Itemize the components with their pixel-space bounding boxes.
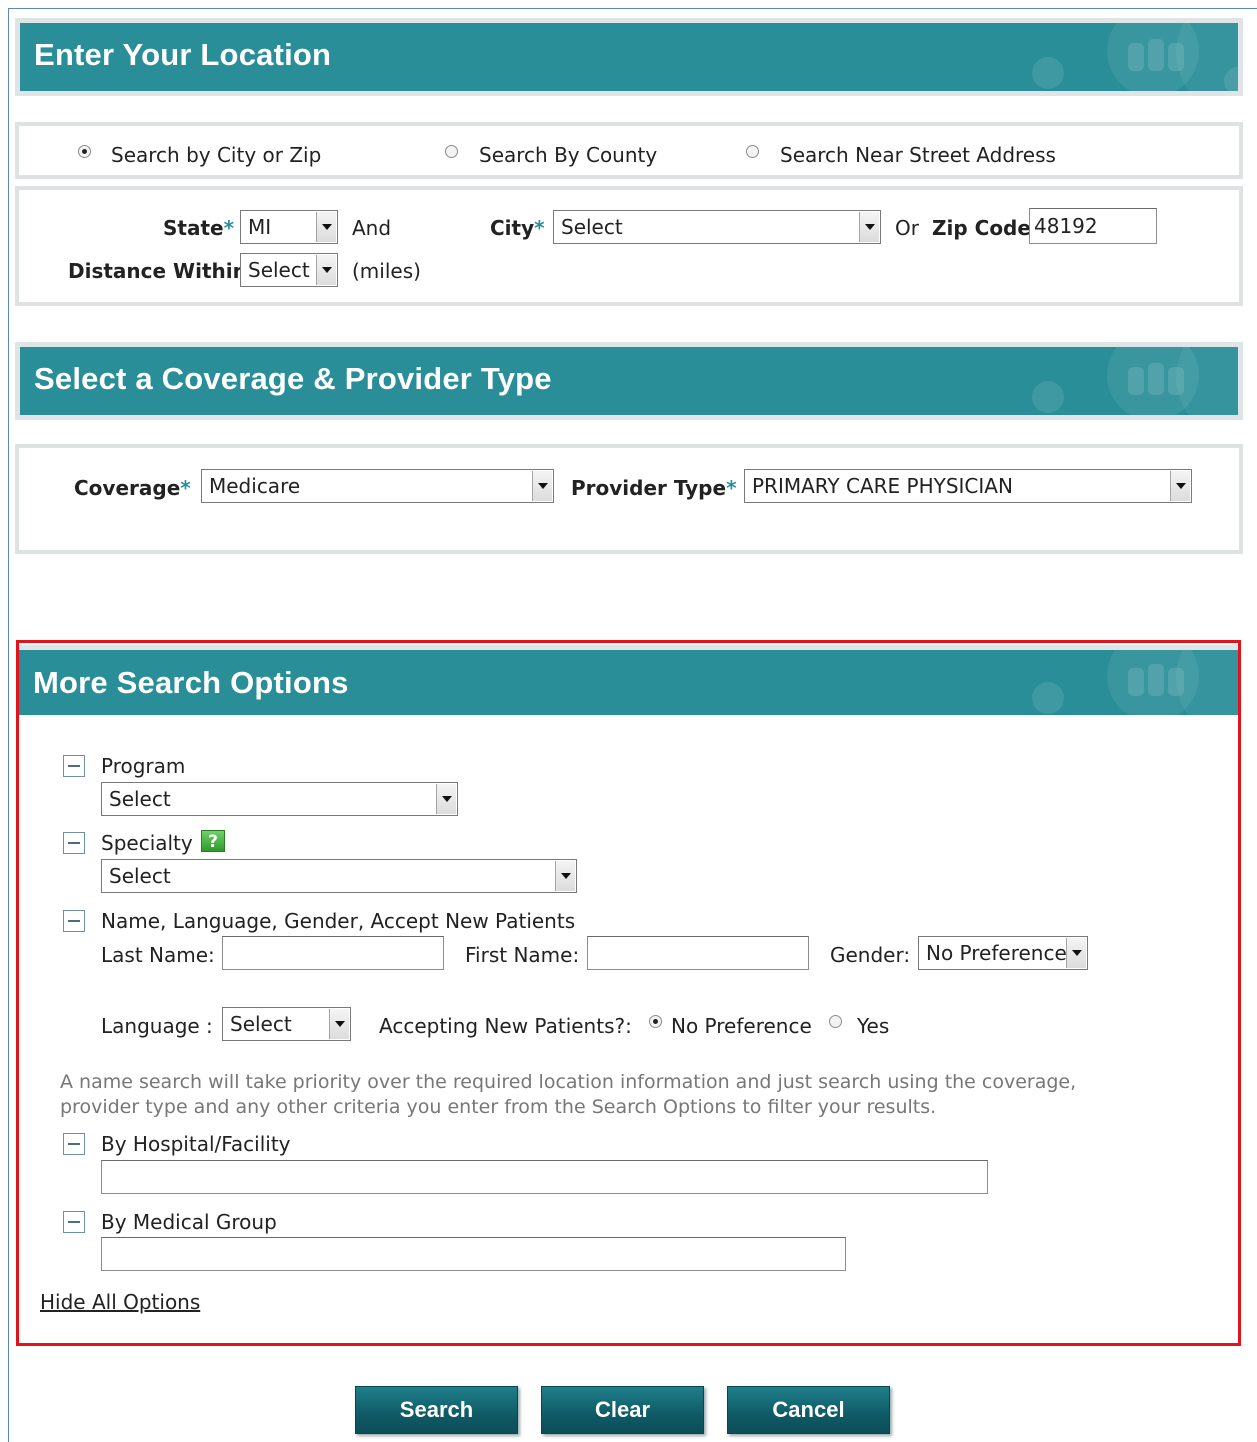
accepting-yes-label: Yes bbox=[857, 1014, 890, 1038]
hide-all-options-link[interactable]: Hide All Options bbox=[40, 1290, 200, 1314]
city-select[interactable]: Select bbox=[553, 210, 881, 244]
accepting-yes-radio[interactable] bbox=[829, 1015, 842, 1028]
chevron-down-icon bbox=[436, 784, 456, 814]
and-label: And bbox=[352, 216, 392, 240]
collapse-hospital-icon[interactable] bbox=[63, 1133, 85, 1155]
program-label: Program bbox=[101, 754, 186, 778]
last-name-label: Last Name: bbox=[101, 943, 215, 967]
search-by-county-label: Search By County bbox=[479, 143, 658, 167]
name-section-label: Name, Language, Gender, Accept New Patie… bbox=[101, 909, 576, 933]
people-watermark-icon bbox=[1032, 347, 1238, 415]
location-fields-panel: State* MI And City* Select Or Zip Code 4… bbox=[15, 186, 1243, 306]
search-mode-panel: Search by City or Zip Search By County S… bbox=[15, 122, 1243, 179]
language-label: Language : bbox=[101, 1014, 213, 1038]
chevron-down-icon bbox=[316, 212, 336, 242]
chevron-down-icon bbox=[532, 471, 552, 501]
help-icon[interactable]: ? bbox=[201, 830, 225, 852]
collapse-program-icon[interactable] bbox=[63, 755, 85, 777]
search-button[interactable]: Search bbox=[355, 1386, 518, 1434]
accepting-patients-label: Accepting New Patients?: bbox=[379, 1014, 632, 1038]
last-name-input[interactable] bbox=[222, 936, 444, 970]
state-label: State* bbox=[163, 216, 235, 240]
coverage-panel: Coverage* Medicare Provider Type* PRIMAR… bbox=[15, 444, 1243, 554]
accepting-no-preference-label: No Preference bbox=[671, 1014, 812, 1038]
search-near-address-radio[interactable] bbox=[746, 145, 759, 158]
location-header: Enter Your Location bbox=[15, 18, 1243, 96]
clear-button[interactable]: Clear bbox=[541, 1386, 704, 1434]
distance-within-label: Distance Within bbox=[68, 259, 247, 283]
search-near-address-label: Search Near Street Address bbox=[780, 143, 1056, 167]
medical-group-input[interactable] bbox=[101, 1237, 846, 1271]
search-by-city-label: Search by City or Zip bbox=[111, 143, 322, 167]
program-select[interactable]: Select bbox=[101, 782, 458, 816]
medical-group-label: By Medical Group bbox=[101, 1210, 277, 1234]
gender-label: Gender: bbox=[830, 943, 911, 967]
coverage-select[interactable]: Medicare bbox=[201, 469, 554, 503]
chevron-down-icon bbox=[555, 861, 575, 891]
hospital-facility-label: By Hospital/Facility bbox=[101, 1132, 291, 1156]
collapse-name-section-icon[interactable] bbox=[63, 910, 85, 932]
cancel-button[interactable]: Cancel bbox=[727, 1386, 890, 1434]
collapse-medical-group-icon[interactable] bbox=[63, 1211, 85, 1233]
coverage-title: Select a Coverage & Provider Type bbox=[34, 361, 552, 396]
or-label: Or bbox=[895, 216, 919, 240]
zip-code-input[interactable]: 48192 bbox=[1029, 208, 1157, 244]
chevron-down-icon bbox=[316, 255, 336, 285]
search-by-city-radio[interactable] bbox=[78, 145, 91, 158]
collapse-specialty-icon[interactable] bbox=[63, 832, 85, 854]
people-watermark-icon bbox=[1032, 23, 1238, 91]
first-name-input[interactable] bbox=[587, 936, 809, 970]
chevron-down-icon bbox=[1170, 471, 1190, 501]
city-label: City* bbox=[490, 216, 545, 240]
location-title: Enter Your Location bbox=[34, 37, 332, 72]
zip-code-label: Zip Code bbox=[932, 216, 1031, 240]
specialty-select[interactable]: Select bbox=[101, 859, 577, 893]
accepting-no-preference-radio[interactable] bbox=[649, 1015, 662, 1028]
specialty-label: Specialty bbox=[101, 831, 193, 855]
provider-type-label: Provider Type* bbox=[571, 476, 737, 500]
coverage-header: Select a Coverage & Provider Type bbox=[15, 342, 1243, 420]
state-select[interactable]: MI bbox=[240, 210, 338, 244]
coverage-label: Coverage* bbox=[74, 476, 191, 500]
chevron-down-icon bbox=[1066, 938, 1086, 968]
first-name-label: First Name: bbox=[465, 943, 580, 967]
provider-type-select[interactable]: PRIMARY CARE PHYSICIAN bbox=[744, 469, 1192, 503]
miles-label: (miles) bbox=[352, 259, 421, 283]
hospital-facility-input[interactable] bbox=[101, 1160, 988, 1194]
chevron-down-icon bbox=[329, 1009, 349, 1039]
chevron-down-icon bbox=[859, 212, 879, 242]
distance-select[interactable]: Select bbox=[240, 253, 338, 287]
gender-select[interactable]: No Preference bbox=[918, 936, 1088, 970]
language-select[interactable]: Select bbox=[222, 1007, 351, 1041]
name-search-note: A name search will take priority over th… bbox=[60, 1071, 1077, 1118]
search-by-county-radio[interactable] bbox=[445, 145, 458, 158]
